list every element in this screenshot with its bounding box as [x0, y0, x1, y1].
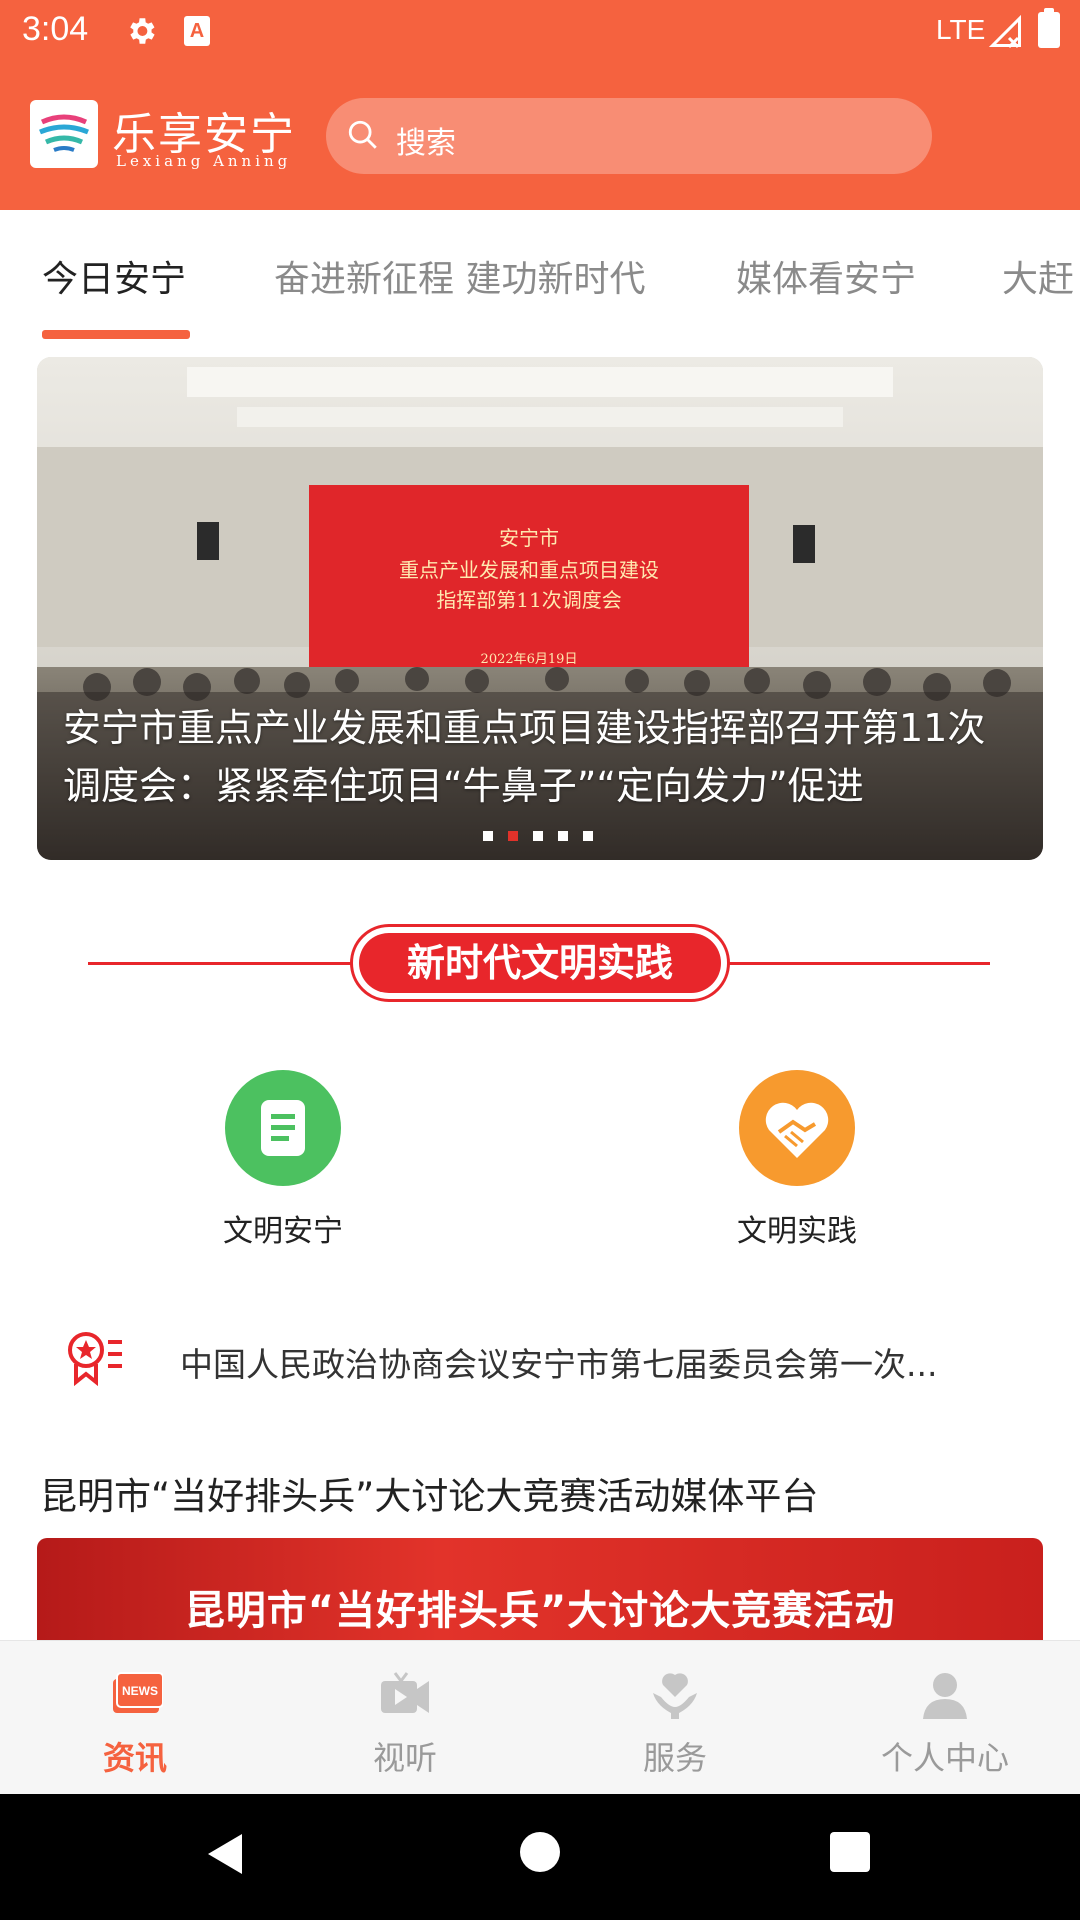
nav-label: 个人中心 — [880, 1739, 1009, 1777]
status-time: 3:04 — [22, 10, 89, 48]
network-type: LTE — [936, 14, 986, 45]
nav-profile[interactable]: 个人中心 — [810, 1641, 1080, 1795]
svg-text:NEWS: NEWS — [122, 1684, 158, 1698]
carousel-dot[interactable] — [583, 831, 593, 841]
handshake-heart-icon — [739, 1070, 855, 1186]
news-carousel[interactable]: 安宁市 重点产业发展和重点项目建设 指挥部第11次调度会 2022年6月19日 … — [37, 357, 1043, 860]
award-notice-icon — [68, 1332, 122, 1387]
active-tab-indicator — [42, 330, 190, 339]
app-header: 3:04 A LTE 乐享安宁 Lexiang Anning 搜索 — [0, 0, 1080, 210]
search-placeholder: 搜索 — [396, 126, 456, 161]
nav-label: 服务 — [642, 1739, 707, 1777]
civilized-anning-entry[interactable]: 文明安宁 — [183, 1070, 383, 1250]
carousel-dot[interactable] — [558, 831, 568, 841]
signal-icon — [988, 14, 1021, 49]
civ-label: 文明实践 — [737, 1214, 857, 1249]
service-icon — [653, 1673, 697, 1719]
app-name-latin: Lexiang Anning — [116, 152, 292, 170]
nav-video[interactable]: 视听 — [270, 1641, 540, 1795]
battery-icon — [1038, 8, 1060, 48]
bottom-navigation: NEWS 资讯 视听 服务 个人中心 — [0, 1640, 1080, 1794]
tab-new-journey[interactable]: 奋进新征程 建功新时代 — [274, 250, 645, 302]
nav-label: 视听 — [372, 1739, 437, 1777]
svg-text:重点产业发展和重点项目建设: 重点产业发展和重点项目建设 — [399, 558, 659, 582]
nav-label: 资讯 — [102, 1739, 167, 1777]
svg-text:2022年6月19日: 2022年6月19日 — [481, 652, 578, 667]
carousel-dot-active[interactable] — [508, 831, 518, 841]
document-icon — [225, 1070, 341, 1186]
recent-apps-icon[interactable] — [830, 1832, 870, 1872]
person-icon — [923, 1673, 967, 1719]
tab-more[interactable]: 大赶 — [1002, 250, 1074, 302]
notice-headline[interactable]: 中国人民政治协商会议安宁市第七届委员会第一次... — [180, 1338, 937, 1386]
feature-banner[interactable]: 昆明市“当好排头兵”大讨论大竞赛活动 — [37, 1538, 1043, 1648]
feature-section-title: 昆明市“当好排头兵”大讨论大竞赛活动媒体平台 — [40, 1475, 819, 1518]
feature-banner-text: 昆明市“当好排头兵”大讨论大竞赛活动 — [184, 1588, 896, 1634]
tab-today-anning[interactable]: 今日安宁 — [42, 250, 186, 302]
section-badge-label: 新时代文明实践 — [359, 933, 721, 993]
notification-a-icon: A — [184, 16, 210, 46]
carousel-dot[interactable] — [533, 831, 543, 841]
carousel-dot[interactable] — [483, 831, 493, 841]
tab-media-anning[interactable]: 媒体看安宁 — [736, 250, 916, 302]
news-icon: NEWS — [113, 1672, 163, 1713]
home-icon[interactable] — [520, 1832, 560, 1872]
back-icon[interactable] — [204, 1832, 246, 1876]
carousel-indicator — [483, 831, 593, 841]
system-navigation-bar — [0, 1794, 1080, 1920]
search-icon — [348, 120, 377, 149]
civ-label: 文明安宁 — [223, 1214, 343, 1249]
svg-text:指挥部第11次调度会: 指挥部第11次调度会 — [436, 588, 621, 612]
search-input[interactable]: 搜索 — [326, 98, 932, 174]
settings-gear-icon — [130, 18, 155, 44]
nav-news[interactable]: NEWS 资讯 — [0, 1641, 270, 1795]
svg-text:安宁市: 安宁市 — [499, 526, 559, 550]
app-logo-icon — [30, 100, 98, 168]
civilized-practice-entry[interactable]: 文明实践 — [697, 1070, 897, 1250]
section-badge: 新时代文明实践 — [350, 924, 730, 1002]
nav-service[interactable]: 服务 — [540, 1641, 810, 1795]
banner-headline[interactable]: 安宁市重点产业发展和重点项目建设指挥部召开第11次调度会：紧紧牵住项目“牛鼻子”… — [63, 699, 1023, 815]
status-bar: 3:04 A LTE — [0, 0, 1080, 64]
category-tabs: 今日安宁 奋进新征程 建功新时代 媒体看安宁 大赶 — [0, 210, 1080, 340]
video-icon — [381, 1672, 429, 1713]
